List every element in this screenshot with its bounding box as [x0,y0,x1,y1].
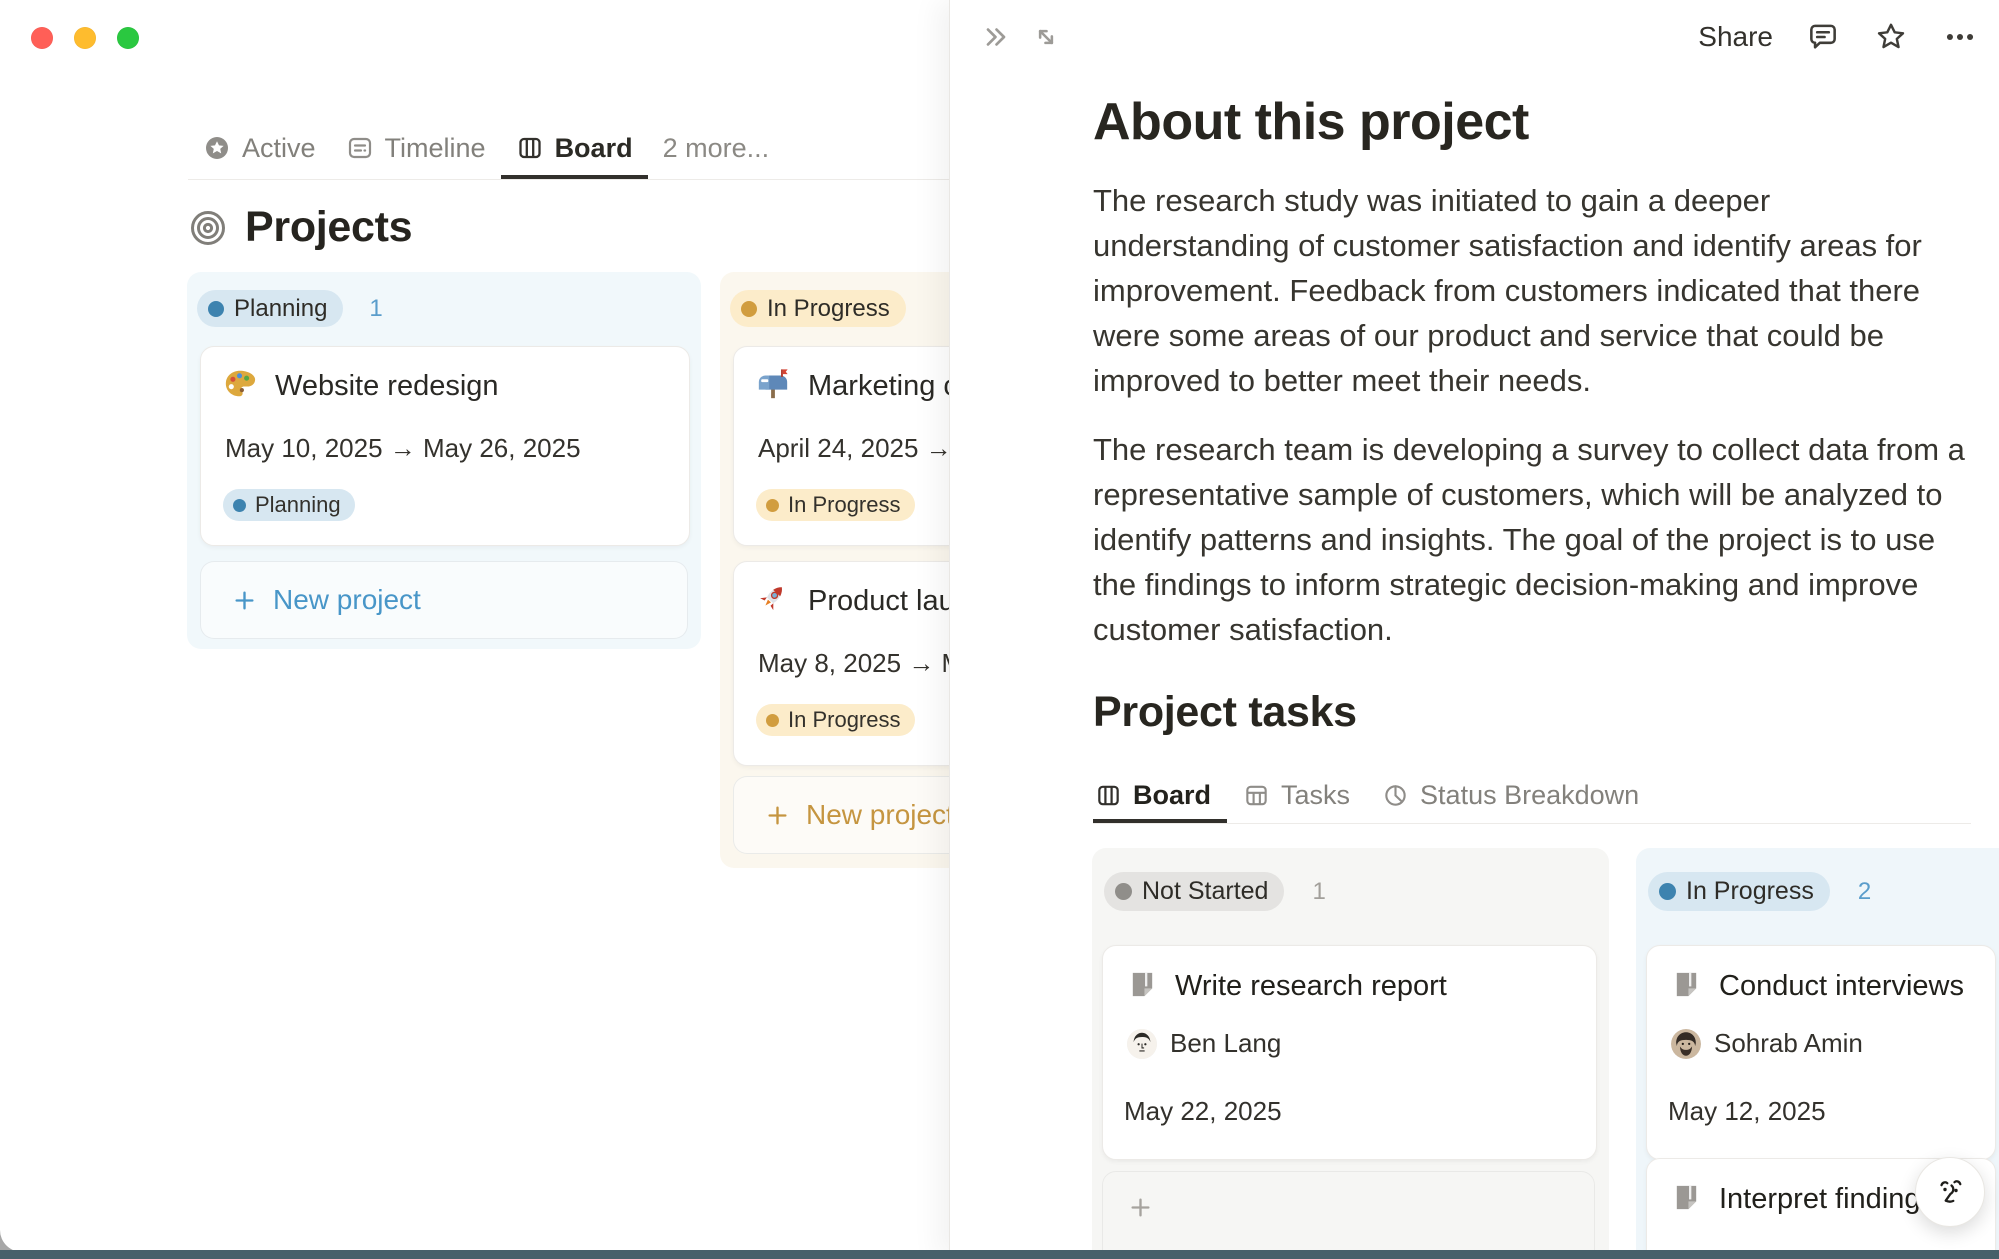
card-status-tag: Planning [223,489,355,521]
task-title: Interpret findings [1719,1183,1935,1216]
board-icon [1095,782,1122,809]
column-header: Planning 1 [197,290,383,327]
about-heading: About this project [1093,92,1971,152]
more-options-icon[interactable] [1941,18,1979,56]
ai-face-icon [1930,1172,1970,1212]
project-card-website-redesign[interactable]: Website redesign May 10, 2025 → May 26, … [200,346,690,546]
tab-task-table[interactable]: Tasks [1227,767,1366,823]
tab-label: Timeline [385,133,486,164]
status-dot [208,301,224,317]
favorite-star-icon[interactable] [1873,19,1909,55]
assignee-name: Sohrab Amin [1714,1028,1863,1059]
about-paragraph-1: The research study was initiated to gain… [1093,178,1971,403]
minimize-window-button[interactable] [74,27,96,49]
column-header: Not Started 1 [1104,872,1326,911]
tab-status-breakdown[interactable]: Status Breakdown [1366,767,1655,823]
plus-icon [764,802,791,829]
task-card-write-research-report[interactable]: Write research report Ben Lang May 22, 2… [1102,945,1597,1160]
new-task-button[interactable] [1102,1171,1595,1259]
mailbox-emoji-icon [756,367,790,406]
task-title: Write research report [1175,970,1447,1003]
card-date-range: May 8, 2025 → Ma [758,648,978,679]
board-column-planning: Planning 1 Website redesign May 10, 2025… [187,272,701,649]
status-pill-planning[interactable]: Planning [197,290,343,327]
card-date-range: May 10, 2025 → May 26, 2025 [225,433,581,464]
peek-toolbar-left [980,21,1062,53]
card-status-tag: In Progress [756,704,915,736]
column-count: 1 [369,295,382,323]
tab-active[interactable]: Active [188,117,331,179]
screen-bottom-edge [0,1250,1999,1259]
status-dot [1115,883,1132,900]
status-dot [233,499,246,512]
column-count: 2 [1858,878,1871,906]
status-dot [766,499,779,512]
close-window-button[interactable] [31,27,53,49]
view-tabs-row: Active Timeline Board 2 more... [188,117,949,180]
star-circle-icon [203,134,231,162]
notion-ai-button[interactable] [1915,1157,1985,1227]
window-rounded-corner [0,1200,46,1252]
tab-label: Board [555,133,633,164]
comments-icon[interactable] [1805,19,1841,55]
rocket-emoji-icon [756,582,790,621]
card-date-range: April 24, 2025 → M [758,433,981,464]
status-dot [741,301,757,317]
task-note-icon [1671,968,1702,1004]
timeline-icon [346,134,374,162]
page-title: Projects [245,203,412,252]
plus-icon [231,587,258,614]
task-column-not-started: Not Started 1 Write research report [1092,848,1609,1259]
peek-content: About this project The research study wa… [1093,92,1971,1228]
status-dot [766,714,779,727]
peek-toolbar-right: Share [1698,18,1979,56]
task-date: May 22, 2025 [1124,1096,1282,1127]
tab-board[interactable]: Board [501,117,648,179]
expand-page-icon[interactable] [1030,21,1062,53]
assignee-name: Ben Lang [1170,1028,1281,1059]
target-icon [188,208,228,248]
column-header: In Progress 2 [1648,872,1871,911]
page-header: Projects [188,203,412,252]
card-title: Product lau [808,585,955,618]
tab-more-views[interactable]: 2 more... [648,117,785,179]
tab-label: Active [242,133,316,164]
task-title: Conduct interviews [1719,970,1964,1003]
tab-task-board[interactable]: Board [1093,767,1227,823]
card-title: Website redesign [275,370,499,403]
tab-timeline[interactable]: Timeline [331,117,501,179]
status-pill-in-progress[interactable]: In Progress [730,290,906,327]
status-pill-in-progress[interactable]: In Progress [1648,872,1830,911]
close-peek-icon[interactable] [980,21,1012,53]
status-pill-not-started[interactable]: Not Started [1104,872,1284,911]
status-dot [1659,883,1676,900]
new-project-button[interactable]: New project [200,561,688,639]
card-title: Marketing c [808,370,958,403]
pie-chart-icon [1382,782,1409,809]
avatar-ben-lang [1127,1029,1157,1059]
board-icon [516,134,544,162]
tab-label: 2 more... [663,133,770,164]
about-paragraph-2: The research team is developing a survey… [1093,427,1971,652]
zoom-window-button[interactable] [117,27,139,49]
share-button[interactable]: Share [1698,21,1773,53]
notion-window: Active Timeline Board 2 more... Projects [0,0,1999,1259]
task-card-conduct-interviews[interactable]: Conduct interviews Sohrab Amin May 12, 2… [1646,945,1996,1160]
palette-emoji-icon [223,367,257,406]
column-count: 1 [1312,878,1325,906]
task-note-icon [1671,1181,1702,1217]
avatar-sohrab-amin [1671,1029,1701,1059]
table-icon [1243,782,1270,809]
side-peek-panel: Share About this project The research st… [949,0,1999,1259]
card-status-tag: In Progress [756,489,915,521]
task-date: May 12, 2025 [1668,1096,1826,1127]
task-view-tabs: Board Tasks Status Breakdown [1093,767,1971,824]
plus-icon [1127,1194,1154,1221]
task-note-icon [1127,968,1158,1004]
task-board: Not Started 1 Write research report [1093,848,1971,1228]
project-tasks-heading: Project tasks [1093,688,1971,737]
column-header: In Progress [730,290,906,327]
